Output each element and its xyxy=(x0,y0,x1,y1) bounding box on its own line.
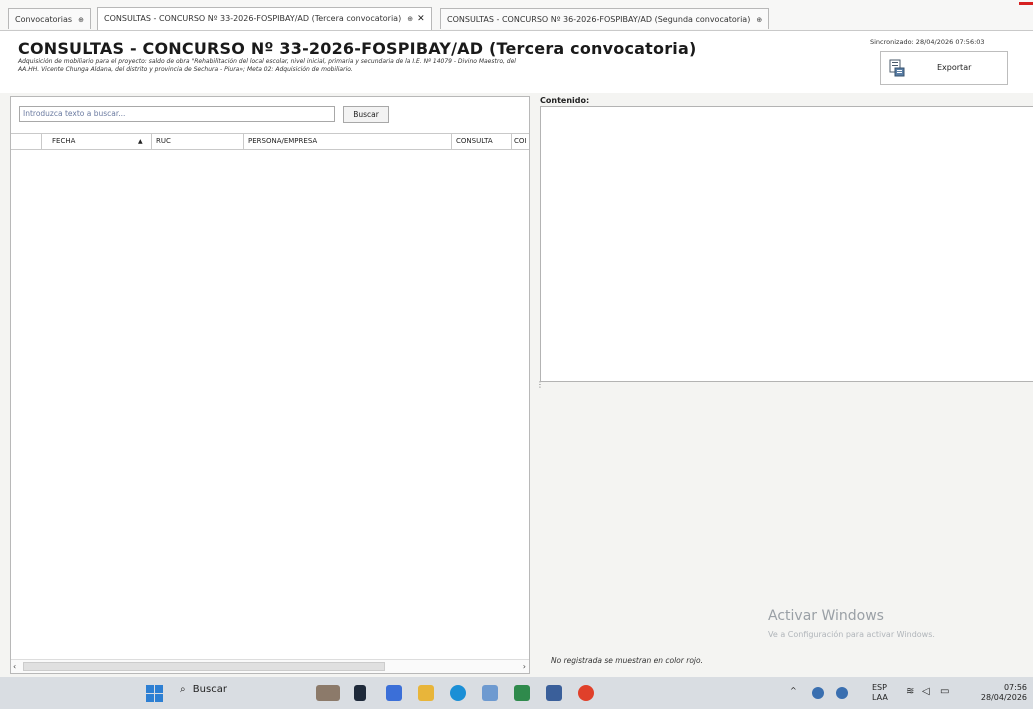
chrome-icon[interactable] xyxy=(578,685,594,701)
col-header-select[interactable] xyxy=(11,134,41,149)
edge-icon[interactable] xyxy=(450,685,466,701)
page-title: CONSULTAS - CONCURSO Nº 33-2026-FOSPIBAY… xyxy=(18,39,697,58)
tab-label: CONSULTAS - CONCURSO Nº 36-2026-FOSPIBAY… xyxy=(447,15,751,24)
lang-code: ESP xyxy=(872,683,887,692)
activation-watermark-title: Activar Windows xyxy=(768,608,884,624)
col-header-coi[interactable]: COI xyxy=(511,134,529,149)
sync-status: Sincronizado: 28/04/2026 07:56:03 xyxy=(870,38,985,46)
tab-bar: Convocatorias ⊕ CONSULTAS - CONCURSO Nº 3… xyxy=(0,0,1033,31)
scroll-right-icon[interactable]: › xyxy=(523,660,526,673)
col-header-persona[interactable]: PERSONA/EMPRESA xyxy=(243,134,451,149)
taskbar: ⌕ Buscar ^ ESP LAA ≋ ◁ ▭ 07:56 28/04/202… xyxy=(0,677,1033,709)
battery-icon[interactable]: ▭ xyxy=(940,686,949,697)
search-icon: ⌕ xyxy=(180,684,186,695)
scroll-thumb[interactable] xyxy=(23,662,385,671)
content-area[interactable] xyxy=(540,106,1033,382)
tray-app-icon[interactable] xyxy=(836,687,848,699)
excel-icon[interactable] xyxy=(514,685,530,701)
tray-overflow-icon[interactable]: ^ xyxy=(790,686,797,695)
page-subtitle: Adquisición de mobiliario para el proyec… xyxy=(18,58,516,73)
pin-icon[interactable]: ⊕ xyxy=(78,16,84,24)
horizontal-scrollbar[interactable]: ‹ › xyxy=(11,659,529,673)
export-icon xyxy=(889,59,905,77)
col-header-ruc[interactable]: RUC xyxy=(151,134,243,149)
status-indicator xyxy=(1019,2,1033,5)
file-explorer-icon[interactable] xyxy=(418,685,434,701)
col-header-consulta[interactable]: CONSULTA xyxy=(451,134,511,149)
content-label: Contenido: xyxy=(540,96,590,105)
wifi-icon[interactable]: ≋ xyxy=(906,686,914,697)
legend-note: No registrada se muestran en color rojo. xyxy=(551,656,703,665)
task-view-icon[interactable] xyxy=(354,685,366,701)
pin-icon[interactable]: ⊕ xyxy=(756,16,762,24)
language-indicator[interactable]: ESP LAA xyxy=(872,683,888,703)
results-panel: Introduzca texto a buscar... Buscar FECH… xyxy=(10,96,530,674)
export-button[interactable]: Exportar xyxy=(880,51,1008,85)
tab-convocatorias[interactable]: Convocatorias ⊕ xyxy=(8,8,91,29)
search-input[interactable]: Introduzca texto a buscar... xyxy=(19,106,335,122)
tab-label: Convocatorias xyxy=(15,15,73,24)
close-icon[interactable]: ✕ xyxy=(417,14,425,24)
pin-icon[interactable]: ⊕ xyxy=(407,15,413,23)
col-header-fecha[interactable]: FECHA ▲ xyxy=(41,134,151,149)
volume-icon[interactable]: ◁ xyxy=(922,686,930,697)
col-label: FECHA xyxy=(52,137,76,145)
grid-header: FECHA ▲ RUC PERSONA/EMPRESA CONSULTA COI xyxy=(11,133,529,150)
windows-start-icon[interactable] xyxy=(146,685,163,702)
lang-layout: LAA xyxy=(872,693,888,702)
clock-time: 07:56 xyxy=(1003,683,1027,692)
tab-concurso-33[interactable]: CONSULTAS - CONCURSO Nº 33-2026-FOSPIBAY… xyxy=(97,7,432,30)
taskbar-search-label: Buscar xyxy=(192,684,227,695)
tab-concurso-36[interactable]: CONSULTAS - CONCURSO Nº 36-2026-FOSPIBAY… xyxy=(440,8,770,29)
scroll-left-icon[interactable]: ‹ xyxy=(13,660,16,673)
app-icon[interactable] xyxy=(546,685,562,701)
app-icon[interactable] xyxy=(482,685,498,701)
onedrive-icon[interactable] xyxy=(812,687,824,699)
page-header: CONSULTAS - CONCURSO Nº 33-2026-FOSPIBAY… xyxy=(0,31,1033,93)
app-widget-icon[interactable] xyxy=(316,685,340,701)
sort-asc-icon: ▲ xyxy=(138,138,143,145)
taskbar-search[interactable]: ⌕ Buscar xyxy=(180,684,227,695)
clock-date: 28/04/2026 xyxy=(980,693,1027,702)
tab-label: CONSULTAS - CONCURSO Nº 33-2026-FOSPIBAY… xyxy=(104,14,402,23)
clock[interactable]: 07:56 28/04/2026 xyxy=(975,683,1027,703)
export-label: Exportar xyxy=(937,63,972,72)
search-button[interactable]: Buscar xyxy=(343,106,389,123)
store-icon[interactable] xyxy=(386,685,402,701)
activation-watermark-text: Ve a Configuración para activar Windows. xyxy=(768,630,935,639)
